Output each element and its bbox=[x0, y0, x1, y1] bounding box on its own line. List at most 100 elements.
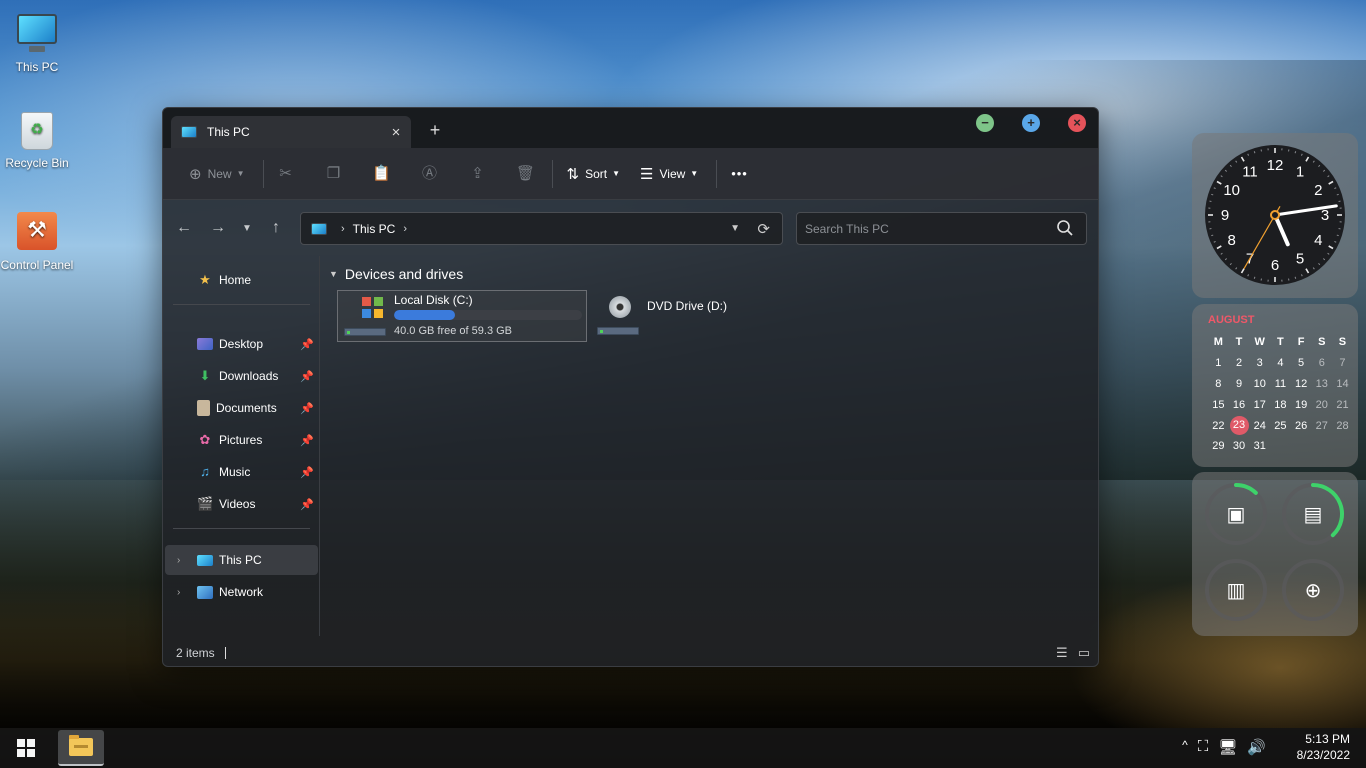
calendar-day[interactable]: 25 bbox=[1270, 415, 1291, 436]
calendar-day[interactable]: 4 bbox=[1270, 353, 1291, 374]
calendar-day[interactable]: 18 bbox=[1270, 394, 1291, 415]
back-arrow-icon[interactable]: ← bbox=[167, 219, 201, 237]
calendar-day[interactable]: 13 bbox=[1311, 374, 1332, 395]
close-window-button[interactable]: × bbox=[1068, 114, 1086, 132]
maximize-button[interactable]: + bbox=[1022, 114, 1040, 132]
tab-this-pc[interactable]: This PC × bbox=[171, 116, 411, 148]
forward-arrow-icon[interactable]: → bbox=[201, 219, 235, 237]
sidebar-item-desktop[interactable]: Desktop 📌 bbox=[165, 329, 318, 359]
calendar-day[interactable]: 12 bbox=[1291, 374, 1312, 395]
calendar-day[interactable]: 23 bbox=[1229, 415, 1250, 436]
close-tab-button[interactable]: × bbox=[381, 124, 411, 141]
desktop-icon-control-panel[interactable]: ⚒ Control Panel bbox=[0, 210, 74, 272]
chevron-right-icon[interactable]: › bbox=[177, 587, 180, 598]
volume-icon[interactable]: 🔊 bbox=[1247, 738, 1266, 756]
taskbar-clock[interactable]: 5:13 PM 8/23/2022 bbox=[1297, 731, 1350, 763]
calendar-widget[interactable]: AUGUST M T W T F S S 1 2 3 4 5 6 7 8 9 10 11 12 13 14… bbox=[1192, 304, 1358, 467]
calendar-day[interactable]: 19 bbox=[1291, 394, 1312, 415]
share-icon[interactable]: ⇪ bbox=[462, 158, 494, 190]
desktop-icon-this-pc[interactable]: This PC bbox=[0, 12, 74, 74]
address-bar[interactable]: › This PC › ▼ ⟳ bbox=[300, 212, 783, 245]
minimize-button[interactable]: − bbox=[976, 114, 994, 132]
drive-dvd-d[interactable]: DVD Drive (D:) bbox=[591, 290, 751, 342]
calendar-day[interactable]: 30 bbox=[1229, 436, 1250, 457]
calendar-day[interactable]: 31 bbox=[1249, 436, 1270, 457]
calendar-day[interactable]: 24 bbox=[1249, 415, 1270, 436]
sidebar-item-videos[interactable]: 🎬 Videos 📌 bbox=[165, 489, 318, 519]
calendar-day[interactable]: 9 bbox=[1229, 374, 1250, 395]
calendar-day[interactable]: 29 bbox=[1208, 436, 1229, 457]
calendar-day[interactable]: 2 bbox=[1229, 353, 1250, 374]
calendar-day[interactable]: 7 bbox=[1332, 353, 1353, 374]
clock-number: 1 bbox=[1296, 164, 1304, 181]
network-icon[interactable]: 🖥 bbox=[1218, 738, 1237, 756]
calendar-grid: M T W T F S S 1 2 3 4 5 6 7 8 9 10 11 12 13 14 15 16 17 1… bbox=[1208, 332, 1353, 457]
view-button[interactable]: ☰ View ▼ bbox=[632, 158, 706, 190]
weekday-label: S bbox=[1318, 336, 1326, 349]
clock-widget[interactable]: 121234567891011 bbox=[1192, 133, 1358, 298]
cut-icon[interactable]: ✂ bbox=[270, 158, 302, 190]
sidebar-item-pictures[interactable]: ✿ Pictures 📌 bbox=[165, 425, 318, 455]
sort-button[interactable]: ⇅ Sort ▼ bbox=[559, 158, 629, 190]
calendar-day[interactable]: 17 bbox=[1249, 394, 1270, 415]
start-button[interactable] bbox=[17, 739, 36, 758]
group-header-devices[interactable]: ▼ Devices and drives bbox=[329, 266, 463, 282]
system-monitor-widget[interactable]: ▣ ▤ ▥ ⊕ bbox=[1192, 472, 1358, 636]
search-icon[interactable] bbox=[1056, 219, 1074, 237]
calendar-day[interactable]: 26 bbox=[1291, 415, 1312, 436]
breadcrumb-this-pc[interactable]: This PC bbox=[353, 222, 396, 236]
pin-icon[interactable]: 📌 bbox=[300, 466, 314, 479]
breadcrumb-separator[interactable]: › bbox=[403, 223, 407, 235]
pin-icon[interactable]: 📌 bbox=[300, 402, 314, 415]
up-arrow-icon[interactable]: ↑ bbox=[259, 219, 293, 237]
refresh-icon[interactable]: ⟳ bbox=[757, 220, 770, 238]
calendar-day[interactable]: 3 bbox=[1249, 353, 1270, 374]
copy-icon[interactable]: ❐ bbox=[318, 158, 350, 190]
sidebar-item-network[interactable]: › Network bbox=[165, 577, 318, 607]
pin-icon[interactable]: 📌 bbox=[300, 370, 314, 383]
clock-tick bbox=[1253, 151, 1256, 154]
title-bar[interactable]: This PC × + − + × bbox=[163, 108, 1098, 148]
show-hidden-icons-chevron[interactable]: ^ bbox=[1182, 738, 1188, 756]
sidebar-item-music[interactable]: ♫ Music 📌 bbox=[165, 457, 318, 487]
calendar-day[interactable]: 28 bbox=[1332, 415, 1353, 436]
calendar-day[interactable]: 8 bbox=[1208, 374, 1229, 395]
search-box[interactable]: Search This PC bbox=[796, 212, 1087, 245]
taskbar-file-explorer[interactable] bbox=[58, 730, 104, 766]
calendar-day[interactable]: 22 bbox=[1208, 415, 1229, 436]
cpu-icon: ▣ bbox=[1227, 502, 1246, 526]
new-button[interactable]: ⊕ New ▼ bbox=[181, 158, 253, 190]
pictures-icon: ✿ bbox=[199, 432, 211, 447]
desktop-icon-recycle-bin[interactable]: ♻ Recycle Bin bbox=[0, 108, 74, 170]
calendar-day[interactable]: 21 bbox=[1332, 394, 1353, 415]
chevron-right-icon[interactable]: › bbox=[177, 555, 180, 566]
drive-local-disk-c[interactable]: Local Disk (C:) 40.0 GB free of 59.3 GB bbox=[337, 290, 587, 342]
details-view-icon[interactable]: ☰ bbox=[1056, 645, 1068, 661]
calendar-day[interactable]: 5 bbox=[1291, 353, 1312, 374]
calendar-day[interactable]: 10 bbox=[1249, 374, 1270, 395]
calendar-day[interactable]: 14 bbox=[1332, 374, 1353, 395]
calendar-day[interactable]: 11 bbox=[1270, 374, 1291, 395]
tiles-view-icon[interactable]: ▭ bbox=[1078, 645, 1090, 661]
rename-icon[interactable]: Ⓐ bbox=[414, 158, 446, 190]
calendar-day[interactable]: 16 bbox=[1229, 394, 1250, 415]
calendar-day[interactable]: 15 bbox=[1208, 394, 1229, 415]
sidebar-item-downloads[interactable]: ⬇ Downloads 📌 bbox=[165, 361, 318, 391]
wifi-icon[interactable]: ⛶ bbox=[1198, 738, 1209, 756]
calendar-day[interactable]: 1 bbox=[1208, 353, 1229, 374]
pin-icon[interactable]: 📌 bbox=[300, 434, 314, 447]
calendar-day[interactable]: 27 bbox=[1311, 415, 1332, 436]
calendar-day[interactable]: 6 bbox=[1311, 353, 1332, 374]
sidebar-item-home[interactable]: ★ Home bbox=[165, 265, 318, 295]
recent-locations-chevron-icon[interactable]: ▼ bbox=[235, 223, 259, 234]
sidebar-item-documents[interactable]: Documents 📌 bbox=[165, 393, 318, 423]
more-options-button[interactable]: ••• bbox=[723, 158, 756, 190]
new-tab-button[interactable]: + bbox=[425, 118, 445, 142]
paste-icon[interactable]: 📋 bbox=[366, 158, 398, 190]
pin-icon[interactable]: 📌 bbox=[300, 338, 314, 351]
pin-icon[interactable]: 📌 bbox=[300, 498, 314, 511]
delete-icon[interactable]: 🗑 bbox=[510, 158, 542, 190]
address-dropdown-icon[interactable]: ▼ bbox=[730, 223, 740, 234]
calendar-day[interactable]: 20 bbox=[1311, 394, 1332, 415]
sidebar-item-this-pc[interactable]: › This PC bbox=[165, 545, 318, 575]
